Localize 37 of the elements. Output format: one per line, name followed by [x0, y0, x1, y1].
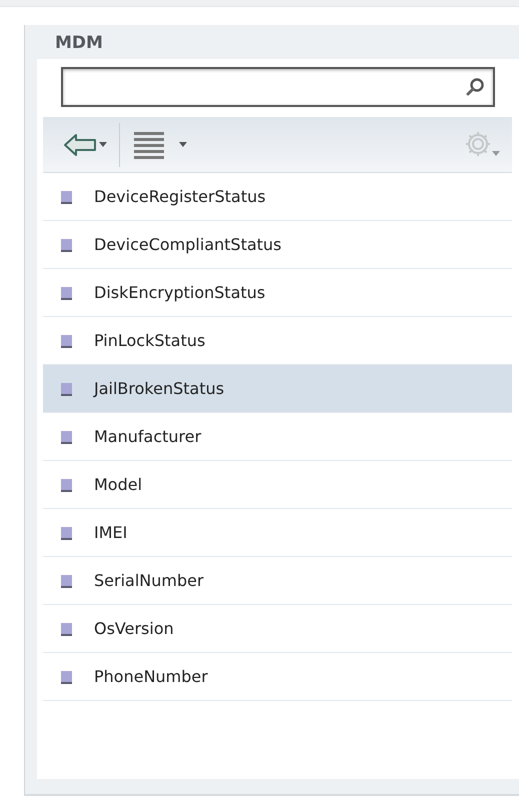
- list-item[interactable]: IMEI: [43, 509, 512, 557]
- square-icon: [61, 671, 72, 682]
- item-label: DiskEncryptionStatus: [94, 283, 266, 302]
- item-label: DeviceRegisterStatus: [94, 187, 266, 206]
- list-item[interactable]: DeviceRegisterStatus: [43, 173, 512, 221]
- search-field[interactable]: [61, 67, 495, 107]
- list-item[interactable]: JailBrokenStatus: [43, 365, 512, 413]
- item-label: PhoneNumber: [94, 667, 208, 686]
- item-label: Manufacturer: [94, 427, 202, 446]
- list-item[interactable]: DiskEncryptionStatus: [43, 269, 512, 317]
- list-item[interactable]: DeviceCompliantStatus: [43, 221, 512, 269]
- item-label: Model: [94, 475, 142, 494]
- square-icon: [61, 479, 72, 490]
- search-icon[interactable]: [465, 77, 485, 97]
- item-label: SerialNumber: [94, 571, 204, 590]
- square-icon: [61, 575, 72, 586]
- square-icon: [61, 287, 72, 298]
- item-label: OsVersion: [94, 619, 174, 638]
- left-arrow-icon: [63, 132, 107, 156]
- list-item[interactable]: PhoneNumber: [43, 653, 512, 701]
- panel-title: MDM: [54, 32, 104, 55]
- square-icon: [61, 527, 72, 538]
- square-icon: [61, 623, 72, 634]
- list-item[interactable]: SerialNumber: [43, 557, 512, 605]
- square-icon: [61, 239, 72, 250]
- list-item[interactable]: Manufacturer: [43, 413, 512, 461]
- square-icon: [61, 191, 72, 202]
- square-icon: [61, 335, 72, 346]
- back-button[interactable]: [63, 132, 107, 156]
- square-icon: [61, 431, 72, 442]
- square-icon: [61, 383, 72, 394]
- item-label: IMEI: [94, 523, 128, 542]
- item-label: PinLockStatus: [94, 331, 206, 350]
- item-label: JailBrokenStatus: [94, 379, 224, 398]
- list-item[interactable]: Model: [43, 461, 512, 509]
- list-item[interactable]: OsVersion: [43, 605, 512, 653]
- item-label: DeviceCompliantStatus: [94, 235, 282, 254]
